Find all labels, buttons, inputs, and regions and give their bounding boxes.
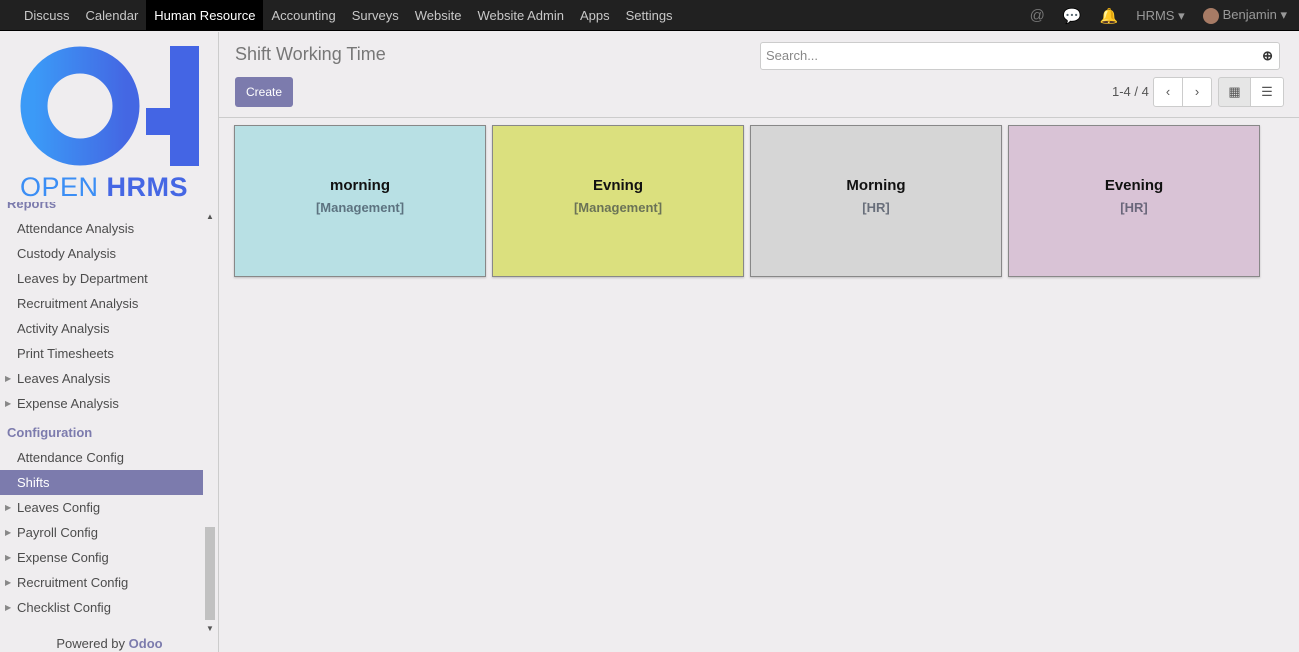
sidebar-item-print-timesheets[interactable]: Print Timesheets xyxy=(0,341,203,366)
caret-right-icon: ▶ xyxy=(5,603,12,612)
sidebar: OPEN HRMS Reports Attendance Analysis Cu… xyxy=(0,32,219,652)
shift-name: Evening xyxy=(1104,177,1164,194)
kanban-card[interactable]: morning [Management] xyxy=(234,125,486,277)
sidebar-item-custody-analysis[interactable]: Custody Analysis xyxy=(0,241,203,266)
caret-right-icon: ▶ xyxy=(5,528,12,537)
section-configuration[interactable]: Configuration xyxy=(0,420,203,445)
pager-previous-button[interactable]: ‹ xyxy=(1153,77,1183,107)
scrollbar-thumb[interactable] xyxy=(205,527,215,620)
sidebar-item-activity-analysis[interactable]: Activity Analysis xyxy=(0,316,203,341)
menu-settings[interactable]: Settings xyxy=(618,0,681,31)
open-hrms-logo xyxy=(20,46,199,166)
chevron-down-icon: ▾ xyxy=(1178,7,1185,23)
section-reports[interactable]: Reports xyxy=(0,202,203,216)
scroll-up-icon[interactable]: ▲ xyxy=(206,212,214,221)
pager-value[interactable]: 1-4 / 4 xyxy=(1112,84,1149,99)
caret-right-icon: ▶ xyxy=(5,578,12,587)
menu-discuss[interactable]: Discuss xyxy=(16,0,78,31)
company-switcher[interactable]: HRMS ▾ xyxy=(1136,8,1184,24)
menu-human-resource[interactable]: Human Resource xyxy=(146,0,264,31)
sidebar-item-expense-config[interactable]: ▶ Expense Config xyxy=(0,545,203,570)
shift-name: morning xyxy=(330,177,390,194)
sidebar-item-checklist-config[interactable]: ▶ Checklist Config xyxy=(0,595,203,620)
powered-by: Powered by Odoo xyxy=(56,636,163,651)
caret-right-icon: ▶ xyxy=(5,503,12,512)
pager-next-button[interactable]: › xyxy=(1182,77,1212,107)
sidebar-item-attendance-config[interactable]: Attendance Config xyxy=(0,445,203,470)
caret-right-icon: ▶ xyxy=(5,374,12,383)
shift-department: [HR] xyxy=(1120,200,1148,215)
menu-calendar[interactable]: Calendar xyxy=(78,0,147,31)
odoo-link[interactable]: Odoo xyxy=(129,636,163,651)
menu-apps[interactable]: Apps xyxy=(572,0,618,31)
kanban-view: morning [Management] Evning [Management] M… xyxy=(234,125,1260,277)
sidebar-item-payroll-config[interactable]: ▶ Payroll Config xyxy=(0,520,203,545)
shift-name: Evning xyxy=(592,177,643,194)
create-button[interactable]: Create xyxy=(235,77,293,107)
sidebar-menu: Reports Attendance Analysis Custody Anal… xyxy=(0,202,203,627)
shift-department: [Management] xyxy=(315,200,405,215)
menu-surveys[interactable]: Surveys xyxy=(344,0,407,31)
kanban-card[interactable]: Evning [Management] xyxy=(492,125,744,277)
kanban-card[interactable]: Morning [HR] xyxy=(750,125,1002,277)
kanban-view-button[interactable]: ▦ xyxy=(1218,77,1251,107)
chevron-down-icon: ▾ xyxy=(1280,7,1287,23)
at-icon[interactable]: @ xyxy=(1030,7,1045,24)
user-name: Benjamin xyxy=(1222,7,1277,23)
control-panel: Shift Working Time Create Search... ⊕ 1-4… xyxy=(219,32,1299,118)
app-menu: Discuss Calendar Human Resource Accounti… xyxy=(16,0,681,31)
sidebar-item-leaves-analysis[interactable]: ▶ Leaves Analysis xyxy=(0,366,203,391)
sidebar-item-attendance-analysis[interactable]: Attendance Analysis xyxy=(0,216,203,241)
shift-department: [HR] xyxy=(862,200,890,215)
page-title: Shift Working Time xyxy=(235,44,386,64)
user-menu[interactable]: Benjamin ▾ xyxy=(1202,7,1287,24)
sidebar-item-recruitment-analysis[interactable]: Recruitment Analysis xyxy=(0,291,203,316)
list-view-button[interactable]: ☰ xyxy=(1250,77,1284,107)
caret-right-icon: ▶ xyxy=(5,553,12,562)
search-input[interactable]: Search... ⊕ xyxy=(760,42,1280,70)
search-icon[interactable]: ⊕ xyxy=(1262,43,1273,69)
chat-icon[interactable]: 💬 xyxy=(1063,7,1082,25)
sidebar-item-expense-analysis[interactable]: ▶ Expense Analysis xyxy=(0,391,203,416)
sidebar-item-leaves-by-department[interactable]: Leaves by Department xyxy=(0,266,203,291)
caret-right-icon: ▶ xyxy=(5,399,12,408)
scroll-down-icon[interactable]: ▼ xyxy=(206,624,214,633)
kanban-card[interactable]: Evening [HR] xyxy=(1008,125,1260,277)
menu-website[interactable]: Website xyxy=(407,0,470,31)
sidebar-item-leaves-config[interactable]: ▶ Leaves Config xyxy=(0,495,203,520)
sidebar-item-recruitment-config[interactable]: ▶ Recruitment Config xyxy=(0,570,203,595)
shift-name: Morning xyxy=(846,177,906,194)
top-navbar: Discuss Calendar Human Resource Accounti… xyxy=(0,0,1299,31)
sidebar-scrollbar[interactable]: ▲ ▼ xyxy=(204,212,216,637)
menu-website-admin[interactable]: Website Admin xyxy=(469,0,571,31)
company-name: HRMS xyxy=(1136,7,1175,23)
menu-accounting[interactable]: Accounting xyxy=(263,0,343,31)
shift-department: [Management] xyxy=(573,200,663,215)
avatar xyxy=(1202,7,1219,24)
sidebar-item-shifts[interactable]: Shifts xyxy=(0,470,203,495)
logo-text: OPEN HRMS xyxy=(20,172,189,202)
bell-icon[interactable]: 🔔 xyxy=(1100,7,1119,25)
